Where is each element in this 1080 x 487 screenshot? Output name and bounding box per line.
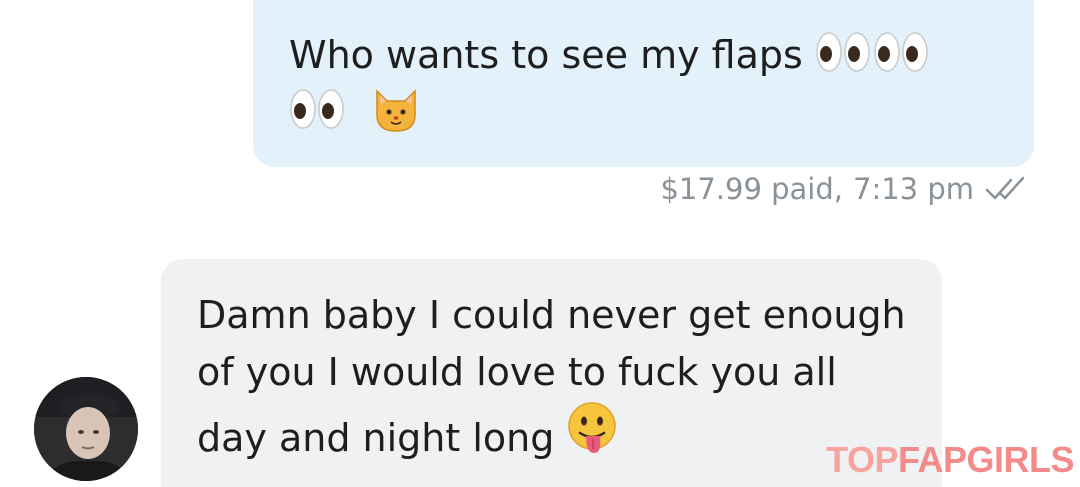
tongue-emoji-group (566, 401, 618, 457)
avatar-photo-icon (34, 377, 138, 481)
eyes-icon (874, 32, 928, 72)
cat-face-icon (376, 89, 416, 132)
outgoing-message-text: Who wants to see my flaps (289, 33, 803, 77)
time-label: 7:13 pm (853, 172, 974, 206)
eyes-emoji-group (815, 30, 929, 74)
incoming-message-bubble[interactable]: Damn baby I could never get enough of yo… (161, 259, 942, 487)
eyes-cat-emoji-group (289, 85, 421, 133)
double-check-icon (985, 176, 1025, 200)
price-label: $17.99 paid, (660, 172, 843, 206)
avatar[interactable] (34, 377, 138, 481)
message-meta: $17.99 paid, 7:13 pm (660, 172, 1032, 206)
chat-thread: Who wants to see my flaps $17.99 paid, 7… (0, 0, 1080, 487)
face-with-tongue-icon (568, 402, 617, 453)
watermark-logo: TOPFAPGIRLS (826, 440, 1074, 480)
outgoing-message-bubble[interactable]: Who wants to see my flaps (253, 0, 1034, 167)
watermark-part-1: TOP (826, 439, 898, 480)
incoming-message-text: Damn baby I could never get enough of yo… (197, 293, 906, 460)
eyes-icon (816, 32, 870, 72)
watermark-part-2: FAPGIRLS (897, 439, 1075, 480)
eyes-icon (290, 89, 344, 129)
